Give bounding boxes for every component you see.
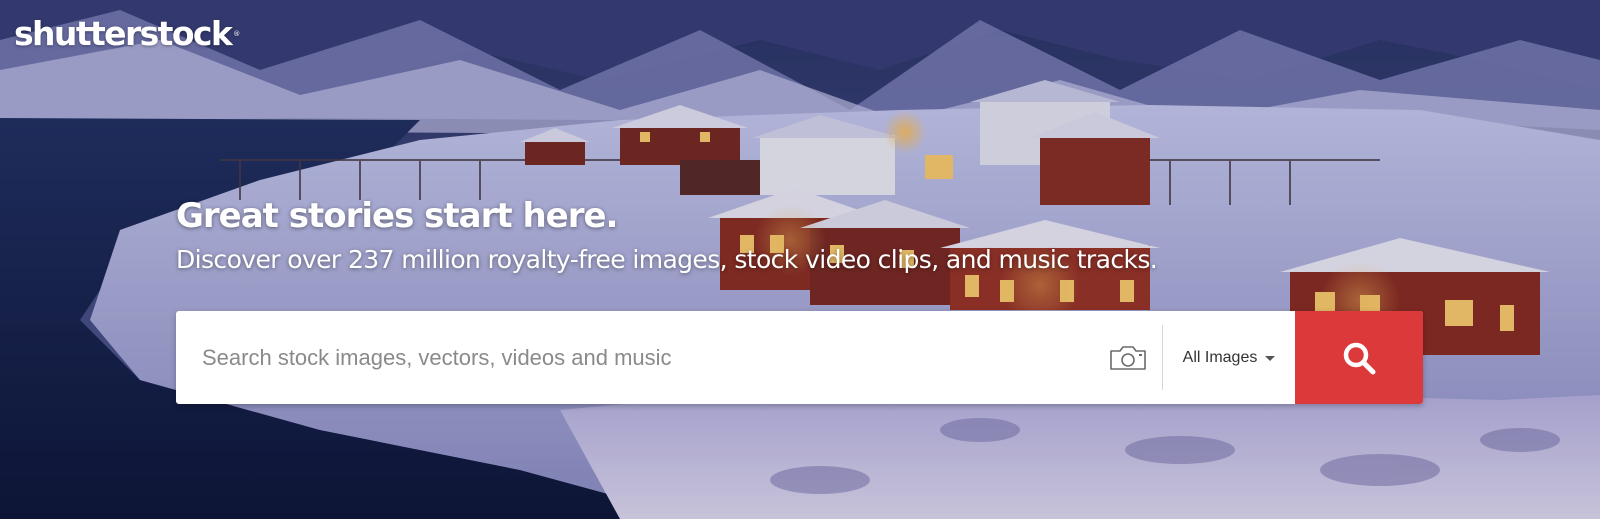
search-icon <box>1343 342 1376 374</box>
search-bar: All Images <box>176 311 1423 404</box>
search-submit-button[interactable] <box>1295 311 1423 404</box>
search-input[interactable] <box>176 311 1094 404</box>
media-type-dropdown[interactable]: All Images <box>1163 311 1295 404</box>
hero-banner: shutterstock ® Great stories start here. … <box>0 0 1600 519</box>
logo-text: shutterstock <box>14 14 233 53</box>
hero-headline: Great stories start here. <box>176 196 618 236</box>
registered-mark: ® <box>233 30 241 38</box>
camera-icon <box>1110 345 1146 370</box>
media-type-label: All Images <box>1182 348 1258 366</box>
hero-subheadline: Discover over 237 million royalty-free i… <box>176 245 1158 274</box>
caret-down-icon <box>1265 356 1276 361</box>
shutterstock-logo[interactable]: shutterstock ® <box>14 14 240 54</box>
reverse-image-search-button[interactable] <box>1094 311 1162 404</box>
